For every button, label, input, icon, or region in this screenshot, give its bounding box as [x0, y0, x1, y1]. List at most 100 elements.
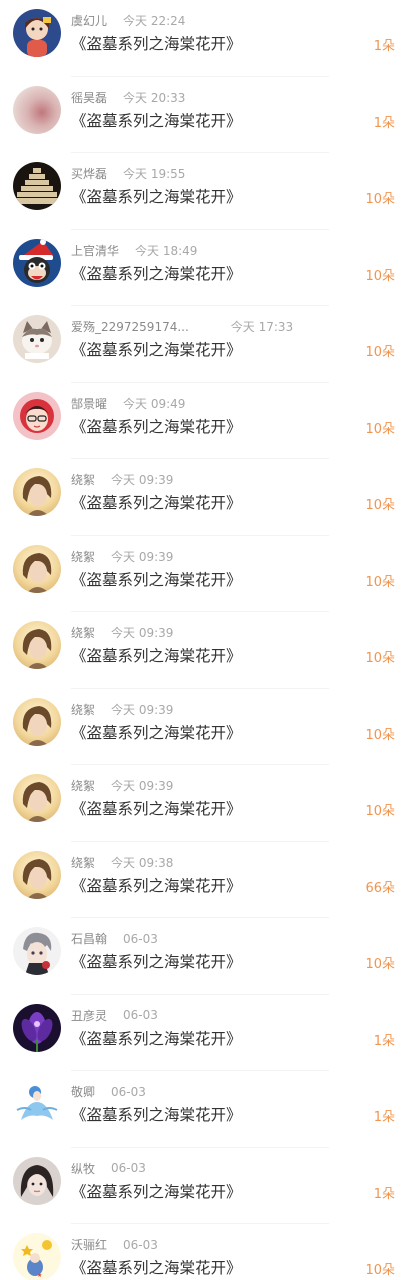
flower-count: 10朵 — [365, 957, 395, 972]
book-title: 《盗墓系列之海棠花开》 — [71, 647, 242, 665]
user-name[interactable]: 郜景曜 — [71, 395, 107, 412]
gift-record-item[interactable]: 绕絮 今天 09:39 《盗墓系列之海棠花开》 10朵 — [0, 689, 408, 765]
flower-count: 10朵 — [365, 1263, 395, 1278]
blurred-pink-avatar[interactable] — [13, 85, 61, 134]
stacked-boxes-avatar[interactable] — [13, 162, 61, 210]
user-name[interactable]: 徭昊磊 — [71, 89, 107, 106]
book-title: 《盗墓系列之海棠花开》 — [71, 1029, 242, 1048]
gift-meta: 虞幻儿 今天 22:24 — [71, 12, 185, 29]
gift-time: 06-03 — [111, 1084, 146, 1099]
user-name[interactable]: 敬卿 — [71, 1083, 95, 1100]
monkey-santa-hat-avatar[interactable] — [13, 238, 61, 287]
gift-record-item[interactable]: 绕絮 今天 09:39 《盗墓系列之海棠花开》 10朵 — [0, 536, 408, 612]
gift-meta: 绕絮 今天 09:39 — [71, 548, 173, 565]
user-name[interactable]: 绕絮 — [71, 854, 95, 871]
portrait-avatar[interactable] — [13, 544, 61, 593]
portrait-avatar[interactable] — [13, 468, 61, 516]
portrait-avatar[interactable] — [13, 621, 61, 669]
user-name[interactable]: 绕絮 — [71, 777, 95, 794]
gift-record-item[interactable]: 丑彦灵 06-03 《盗墓系列之海棠花开》 1朵 — [0, 995, 408, 1071]
user-name[interactable]: 绕絮 — [71, 548, 95, 565]
user-name[interactable]: 绕絮 — [71, 471, 95, 488]
book-title: 《盗墓系列之海棠花开》 — [71, 264, 242, 283]
gift-record-item[interactable]: 虞幻儿 今天 22:24 《盗墓系列之海棠花开》 1朵 — [0, 0, 408, 77]
user-name[interactable]: 爱殇_2297259174... — [71, 318, 189, 335]
gift-record-item[interactable]: ★ 沃骊红 06-03 《盗墓系列之海棠花开》 10朵 — [0, 1224, 408, 1280]
gift-time: 今天 09:39 — [111, 473, 174, 487]
user-name[interactable]: 绕絮 — [71, 701, 95, 718]
gift-meta: 绕絮 今天 09:39 — [71, 624, 173, 641]
gift-time: 06-03 — [111, 1161, 146, 1175]
user-name[interactable]: 买烨磊 — [71, 165, 107, 182]
user-name[interactable]: 纵牧 — [71, 1160, 95, 1177]
flower-count: 1朵 — [373, 1033, 395, 1049]
book-title: 《盗墓系列之海棠花开》 — [71, 876, 242, 895]
flower-count: 1朵 — [373, 1186, 395, 1202]
portrait-avatar[interactable] — [13, 850, 61, 899]
user-name[interactable]: 虞幻儿 — [71, 12, 107, 29]
gift-meta: 买烨磊 今天 19:55 — [71, 165, 185, 182]
anime-boy-avatar[interactable] — [13, 927, 61, 975]
gift-record-item[interactable]: 上官清华 今天 18:49 《盗墓系列之海棠花开》 10朵 — [0, 230, 408, 306]
gift-record-item[interactable]: 石昌翰 06-03 《盗墓系列之海棠花开》 10朵 — [0, 918, 408, 995]
flower-count: 66朵 — [365, 880, 395, 896]
user-name[interactable]: 沃骊红 — [71, 1236, 107, 1253]
flower-count: 10朵 — [365, 345, 395, 360]
user-name[interactable]: 绕絮 — [71, 624, 95, 641]
gift-record-item[interactable]: 纵牧 06-03 《盗墓系列之海棠花开》 1朵 — [0, 1148, 408, 1224]
gift-meta: 上官清华 今天 18:49 — [71, 242, 197, 259]
gift-time: 今天 09:39 — [111, 626, 174, 640]
book-title: 《盗墓系列之海棠花开》 — [71, 417, 242, 436]
user-name[interactable]: 上官清华 — [71, 242, 119, 259]
gift-time: 今天 17:33 — [230, 320, 294, 334]
purple-flower-avatar[interactable] — [13, 1003, 61, 1052]
gift-meta: 敬卿 06-03 — [71, 1083, 146, 1100]
book-title: 《盗墓系列之海棠花开》 — [71, 494, 242, 512]
portrait-avatar[interactable] — [13, 697, 61, 746]
gift-record-item[interactable]: 敬卿 06-03 《盗墓系列之海棠花开》 1朵 — [0, 1071, 408, 1148]
flower-count: 10朵 — [365, 421, 395, 437]
gift-meta: 丑彦灵 06-03 — [71, 1007, 158, 1024]
gift-meta: 绕絮 今天 09:38 — [71, 854, 173, 871]
gift-meta: 绕絮 今天 09:39 — [71, 471, 173, 488]
user-name[interactable]: 石昌翰 — [71, 930, 107, 947]
gift-record-item[interactable]: 郜景曜 今天 09:49 《盗墓系列之海棠花开》 10朵 — [0, 383, 408, 459]
gift-record-item[interactable]: 绕絮 今天 09:39 《盗墓系列之海棠花开》 10朵 — [0, 612, 408, 689]
portrait-avatar[interactable] — [13, 774, 61, 822]
blue-dress-girl-avatar[interactable] — [13, 1080, 61, 1128]
flower-count: 10朵 — [365, 192, 395, 207]
gift-record-item[interactable]: 绕絮 今天 09:39 《盗墓系列之海棠花开》 10朵 — [0, 459, 408, 536]
flower-count: 1朵 — [373, 1110, 395, 1125]
gift-record-item[interactable]: 爱殇_2297259174... 今天 17:33 《盗墓系列之海棠花开》 10朵 — [0, 306, 408, 383]
gift-time: 今天 09:49 — [123, 396, 186, 411]
gift-time: 今天 22:24 — [123, 14, 186, 28]
gift-time: 今天 09:39 — [111, 702, 174, 717]
gift-meta: 爱殇_2297259174... 今天 17:33 — [71, 318, 293, 335]
cat-avatar[interactable] — [13, 315, 61, 363]
star-girl-avatar[interactable]: ★ — [13, 1233, 61, 1280]
gift-record-item[interactable]: 绕絮 今天 09:38 《盗墓系列之海棠花开》 66朵 — [0, 842, 408, 918]
gift-record-item[interactable]: 徭昊磊 今天 20:33 《盗墓系列之海棠花开》 1朵 — [0, 77, 408, 153]
gift-meta: 石昌翰 06-03 — [71, 930, 158, 947]
book-title: 《盗墓系列之海棠花开》 — [71, 111, 242, 130]
gift-meta: 绕絮 今天 09:39 — [71, 777, 173, 794]
anime-red-avatar[interactable] — [13, 391, 61, 440]
gift-record-item[interactable]: 绕絮 今天 09:39 《盗墓系列之海棠花开》 10朵 — [0, 765, 408, 842]
book-title: 《盗墓系列之海棠花开》 — [71, 1106, 242, 1124]
gift-time: 06-03 — [123, 1008, 158, 1022]
cartoon-girl-avatar[interactable] — [13, 9, 61, 57]
gift-meta: 纵牧 06-03 — [71, 1160, 146, 1177]
flower-count: 1朵 — [373, 115, 395, 131]
girl-photo-avatar[interactable] — [13, 1156, 61, 1205]
gift-record-item[interactable]: 买烨磊 今天 19:55 《盗墓系列之海棠花开》 10朵 — [0, 153, 408, 230]
book-title: 《盗墓系列之海棠花开》 — [71, 570, 242, 589]
gift-time: 今天 18:49 — [135, 243, 198, 258]
book-title: 《盗墓系列之海棠花开》 — [71, 800, 242, 818]
book-title: 《盗墓系列之海棠花开》 — [71, 188, 242, 206]
gift-time: 今天 19:55 — [123, 167, 186, 181]
gift-meta: 沃骊红 06-03 — [71, 1236, 158, 1253]
gift-time: 06-03 — [123, 1237, 158, 1252]
user-name[interactable]: 丑彦灵 — [71, 1007, 107, 1024]
book-title: 《盗墓系列之海棠花开》 — [71, 1182, 242, 1201]
gift-meta: 徭昊磊 今天 20:33 — [71, 89, 185, 106]
